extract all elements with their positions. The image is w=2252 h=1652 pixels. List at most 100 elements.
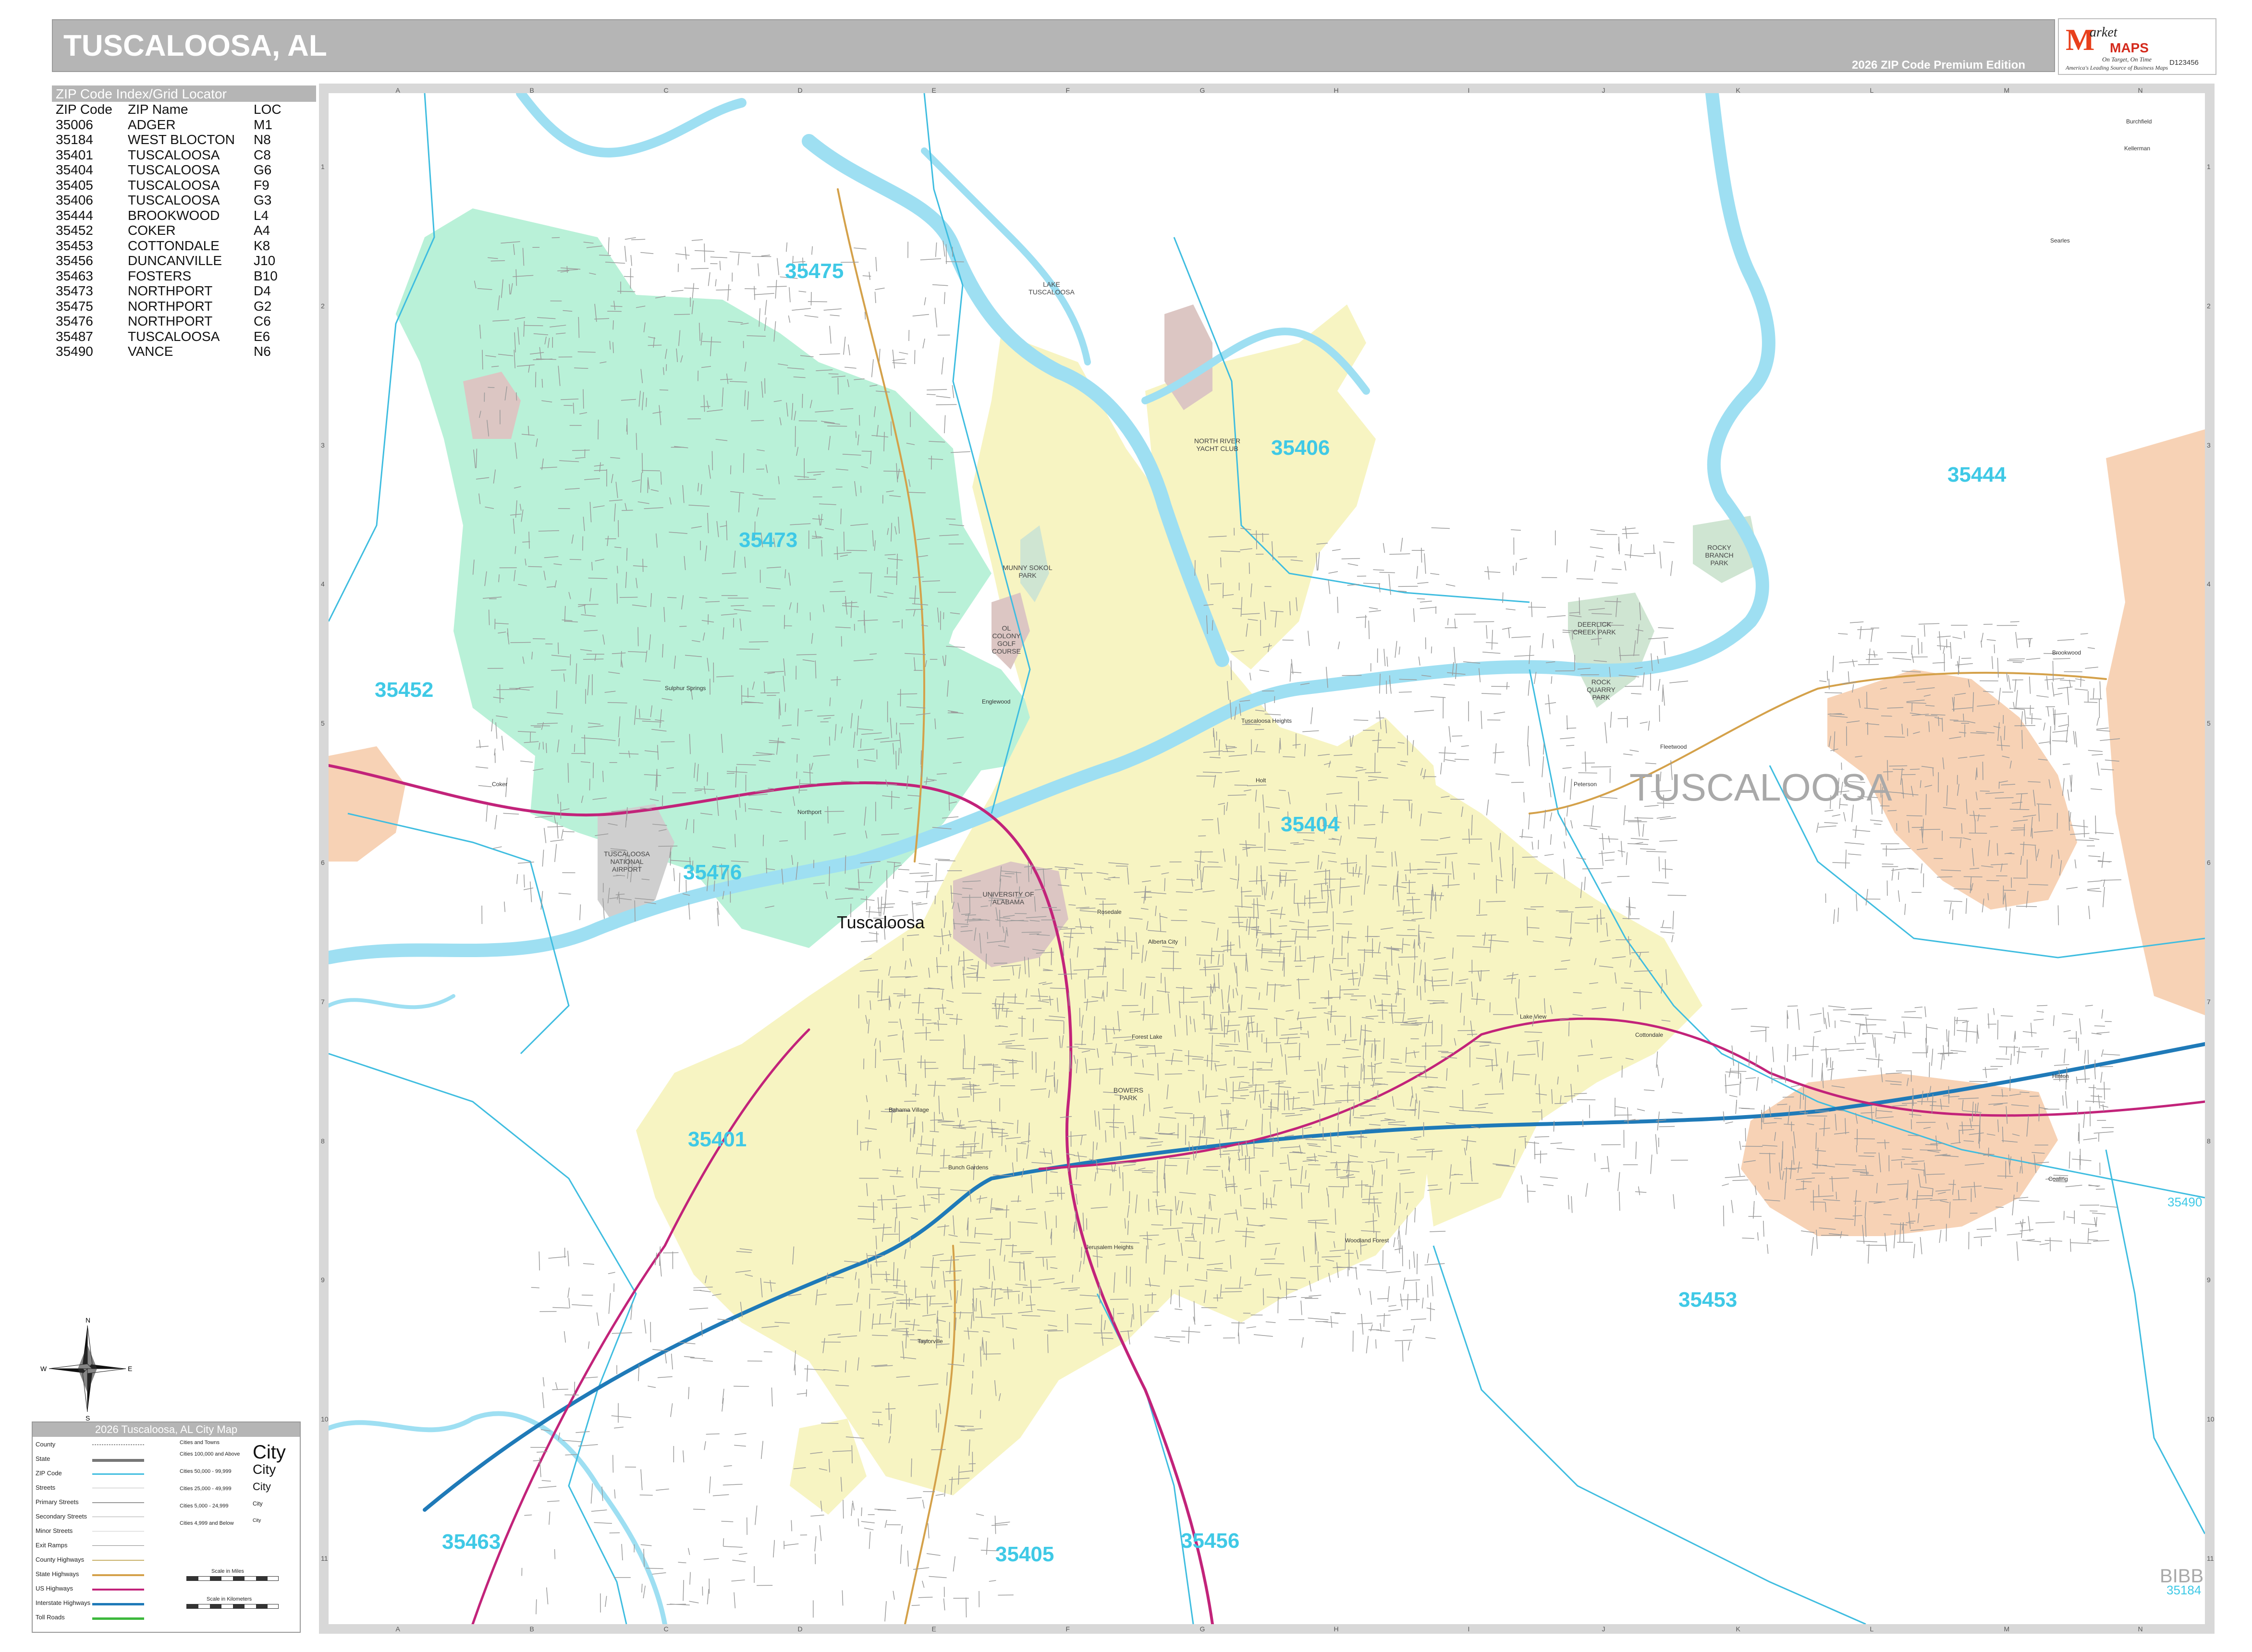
grid-row-label: 6 xyxy=(321,859,325,866)
street-segment xyxy=(2020,1221,2023,1228)
place-hinton[interactable]: Hinton xyxy=(2052,1073,2069,1080)
zip-index-row[interactable]: 35184 WEST BLOCTON N8 xyxy=(56,132,306,147)
city-label-tuscaloosa[interactable]: Tuscaloosa xyxy=(837,912,925,933)
place-northport[interactable]: Northport xyxy=(797,809,821,815)
zip-index-row[interactable]: 35453 COTTONDALE K8 xyxy=(56,238,306,254)
zip-index-row[interactable]: 35463 FOSTERS B10 xyxy=(56,268,306,284)
zip-index-title: ZIP Code Index/Grid Locator xyxy=(52,85,316,102)
place-coker[interactable]: Coker xyxy=(492,781,507,788)
col-loc: LOC xyxy=(254,102,282,117)
zip-label-35456[interactable]: 35456 xyxy=(1181,1529,1239,1553)
zip-label-35490[interactable]: 35490 xyxy=(2167,1195,2202,1210)
place-tuscaloosa-heights[interactable]: Tuscaloosa Heights xyxy=(1241,717,1292,724)
park-golf-course[interactable]: OL COLONY GOLF COURSE xyxy=(990,624,1023,655)
zip-label-35476[interactable]: 35476 xyxy=(683,861,742,885)
street-segment xyxy=(2058,724,2068,727)
street-segment xyxy=(1637,1108,1645,1111)
street-segment xyxy=(1937,635,1951,638)
place-woodland-forest[interactable]: Woodland Forest xyxy=(1345,1237,1389,1244)
street-segment xyxy=(1828,1005,1845,1008)
place-taylorville[interactable]: Taylorville xyxy=(918,1338,943,1345)
zip-index-row[interactable]: 35401 TUSCALOOSA C8 xyxy=(56,147,306,163)
park-rocky-branch[interactable]: ROCKY BRANCH PARK xyxy=(1698,544,1741,567)
place-coaling[interactable]: Coaling xyxy=(2048,1176,2068,1182)
zip-index-row[interactable]: 35404 TUSCALOOSA G6 xyxy=(56,162,306,178)
park-munny-sokol[interactable]: MUNNY SOKOL PARK xyxy=(1001,564,1054,579)
place-lake-view[interactable]: Lake View xyxy=(1520,1013,1546,1020)
market-maps-logo: M arket MAPS On Target, On Time America'… xyxy=(2058,18,2216,75)
zip-label-35452[interactable]: 35452 xyxy=(375,678,433,702)
zip-label-35475[interactable]: 35475 xyxy=(785,259,844,283)
place-brookwood[interactable]: Brookwood xyxy=(2052,649,2081,656)
place-burchfield[interactable]: Burchfield xyxy=(2126,118,2152,125)
zip-label-35453[interactable]: 35453 xyxy=(1678,1288,1737,1312)
street-segment xyxy=(875,1049,876,1068)
zip-index-row[interactable]: 35452 COKER A4 xyxy=(56,223,306,238)
zip-label-35444[interactable]: 35444 xyxy=(1947,463,2006,487)
zip-index-row[interactable]: 35490 VANCE N6 xyxy=(56,344,306,359)
street-segment xyxy=(1893,1032,1912,1034)
place-englewood[interactable]: Englewood xyxy=(982,698,1010,705)
zip-label-35405[interactable]: 35405 xyxy=(995,1543,1054,1567)
street-segment xyxy=(1388,1305,1396,1307)
park-bowers[interactable]: BOWERS PARK xyxy=(1107,1086,1150,1102)
street-segment xyxy=(1570,820,1573,829)
street-segment xyxy=(2072,1158,2092,1161)
park-lake-tuscaloosa[interactable]: LAKE TUSCALOOSA xyxy=(1025,280,1078,296)
park-north-river-yacht[interactable]: NORTH RIVER YACHT CLUB xyxy=(1188,437,1246,452)
zip-label-35463[interactable]: 35463 xyxy=(442,1530,501,1554)
street-segment xyxy=(1431,527,1450,529)
zip-label-35473[interactable]: 35473 xyxy=(739,528,797,552)
place-peterson[interactable]: Peterson xyxy=(1574,781,1597,788)
zip-index-row[interactable]: 35006 ADGER M1 xyxy=(56,117,306,133)
place-rosedale[interactable]: Rosedale xyxy=(1097,909,1122,915)
grid-column-label: B xyxy=(529,1625,534,1633)
grid-row-label: 3 xyxy=(2207,441,2211,449)
title-bar: TUSCALOOSA, AL 2026 ZIP Code Premium Edi… xyxy=(52,19,2055,72)
street-segment xyxy=(1279,1163,1287,1164)
place-bunch-gardens[interactable]: Bunch Gardens xyxy=(948,1164,988,1171)
place-bahama-village[interactable]: Bahama Village xyxy=(889,1106,929,1113)
zip-label-35404[interactable]: 35404 xyxy=(1281,813,1339,837)
street-segment xyxy=(1454,759,1469,760)
place-holt[interactable]: Holt xyxy=(1256,777,1266,784)
street-segment xyxy=(1750,1026,1770,1028)
place-alberta-city[interactable]: Alberta City xyxy=(1148,938,1178,945)
map-canvas[interactable]: 35475 35406 35444 35473 35452 35404 3547… xyxy=(329,93,2205,1624)
street-segment xyxy=(673,868,675,882)
grid-row-label: 1 xyxy=(2207,162,2211,170)
zip-index-row[interactable]: 35406 TUSCALOOSA G3 xyxy=(56,193,306,208)
zip-index-row[interactable]: 35487 TUSCALOOSA E6 xyxy=(56,329,306,344)
zip-index-row[interactable]: 35473 NORTHPORT D4 xyxy=(56,283,306,299)
street-segment xyxy=(2021,1219,2024,1238)
street-segment xyxy=(771,1387,773,1407)
park-university[interactable]: UNIVERSITY OF ALABAMA xyxy=(972,890,1044,906)
street-segment xyxy=(2039,1243,2049,1245)
zip-index-row[interactable]: 35476 NORTHPORT C6 xyxy=(56,314,306,329)
zip-index-row[interactable]: 35405 TUSCALOOSA F9 xyxy=(56,178,306,193)
place-fleetwood[interactable]: Fleetwood xyxy=(1660,743,1687,750)
street-segment xyxy=(1849,621,1864,623)
street-segment xyxy=(2089,838,2100,840)
zip-index-row[interactable]: 35475 NORTHPORT G2 xyxy=(56,299,306,314)
street-segment xyxy=(1542,633,1544,648)
park-airport[interactable]: TUSCALOOSA NATIONAL AIRPORT xyxy=(596,850,658,873)
street-segment xyxy=(1635,1191,1647,1193)
street-segment xyxy=(755,1505,758,1525)
place-searles[interactable]: Searles xyxy=(2050,237,2070,244)
place-cottondale[interactable]: Cottondale xyxy=(1635,1032,1663,1038)
street-segment xyxy=(1181,1330,1200,1333)
place-jerusalem-heights[interactable]: Jerusalem Heights xyxy=(1086,1244,1133,1251)
place-sulphur-springs[interactable]: Sulphur Springs xyxy=(665,685,706,692)
zip-index-row[interactable]: 35456 DUNCANVILLE J10 xyxy=(56,253,306,268)
place-forest-lake[interactable]: Forest Lake xyxy=(1132,1033,1162,1040)
park-rock-quarry[interactable]: ROCK QUARRY PARK xyxy=(1579,678,1623,701)
place-kellerman[interactable]: Kellerman xyxy=(2124,145,2150,152)
zip-name-cell: BROOKWOOD xyxy=(128,207,220,223)
park-deerlick[interactable]: DEERLICK CREEK PARK xyxy=(1568,620,1621,636)
zip-index-row[interactable]: 35444 BROOKWOOD L4 xyxy=(56,208,306,223)
street-segment xyxy=(2019,1200,2040,1202)
zip-label-35401[interactable]: 35401 xyxy=(688,1128,747,1152)
zip-label-35406[interactable]: 35406 xyxy=(1271,436,1330,460)
street-segment xyxy=(1658,627,1674,629)
